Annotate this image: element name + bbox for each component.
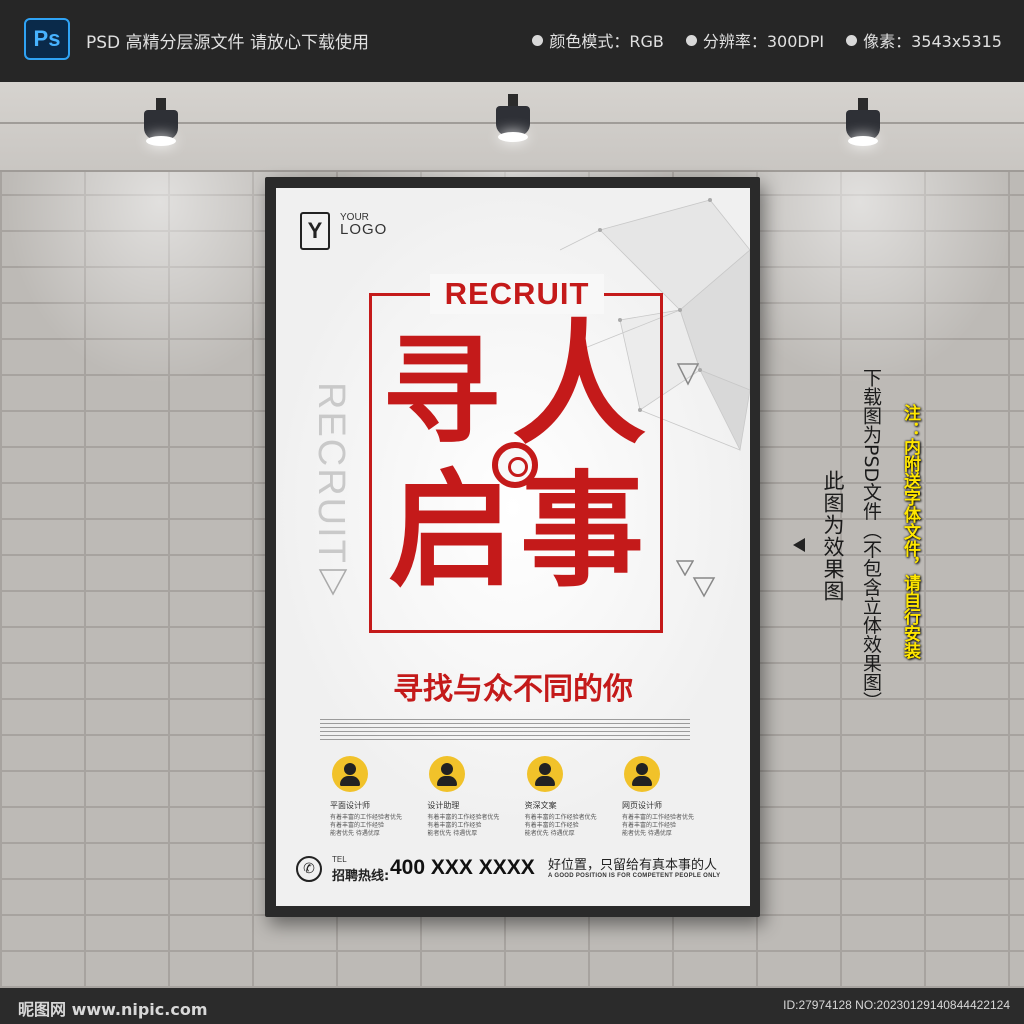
triangle-icon [676, 560, 694, 576]
photoshop-icon: Ps [24, 18, 70, 60]
headline-char-3: 启 [388, 457, 514, 604]
triangle-icon [318, 569, 348, 596]
spec-list: 颜色模式：RGB 分辨率：300DPI 像素：3543x5315 [532, 28, 1002, 52]
job-title: 网页设计师 [621, 801, 662, 810]
image-id: ID:27974128 NO:20230129140844422124 [783, 998, 1010, 1012]
job-item: 设计助理 有着丰富的工作经验者优先 有着丰富的工作经验 能者优先 待遇优厚 [427, 756, 515, 838]
top-info-bar: Ps PSD 高精分层源文件 请放心下载使用 颜色模式：RGB 分辨率：300D… [0, 0, 1024, 82]
logo-icon: Y [300, 212, 330, 250]
person-icon [623, 756, 660, 792]
triangle-icon [692, 577, 716, 598]
headline-char-4: 事 [520, 460, 645, 604]
spotlight-icon [492, 94, 532, 150]
good-position-en: A GOOD POSITION IS FOR COMPETENT PEOPLE … [548, 873, 721, 879]
bullet-icon [846, 34, 858, 46]
job-desc: 有着丰富的工作经验者优先 有着丰富的工作经验 能者优先 待遇优厚 [330, 814, 403, 837]
tel-label: 招聘热线: [332, 869, 390, 884]
site-watermark: 昵图网 www.nipic.com [18, 1000, 208, 1019]
bullet-icon [685, 34, 697, 46]
job-desc: 有着丰富的工作经验者优先 有着丰富的工作经验 能者优先 待遇优厚 [621, 814, 694, 837]
job-list: 平面设计师 有着丰富的工作经验者优先 有着丰富的工作经验 能者优先 待遇优厚 设… [330, 756, 710, 838]
arrow-left-icon [793, 538, 805, 552]
job-title: 平面设计师 [330, 801, 370, 810]
job-desc: 有着丰富的工作经验者优先 有着丰富的工作经验 能者优先 待遇优厚 [524, 814, 597, 837]
job-desc: 有着丰富的工作经验者优先 有着丰富的工作经验 能者优先 待遇优厚 [427, 814, 500, 837]
tel-number: 400 XXX XXXX [390, 856, 535, 879]
tel-en-label: TEL [332, 855, 347, 864]
person-icon [332, 756, 368, 792]
spotlight-icon [140, 98, 180, 154]
headline-char-2: 人 [512, 307, 647, 463]
headline-char-1: 寻 [382, 322, 501, 460]
job-title: 设计助理 [427, 801, 460, 810]
fine-print-block [320, 716, 690, 740]
triangle-icon [676, 363, 700, 386]
effect-note: 此图为效果图 [821, 470, 845, 602]
good-position-text: 好位置，只留给有真本事的人 [548, 858, 718, 873]
spec-pixels: 像素：3543x5315 [846, 28, 1002, 52]
slogan: 寻找与众不同的你 [393, 672, 633, 707]
person-icon [429, 756, 466, 792]
job-item: 网页设计师 有着丰富的工作经验者优先 有着丰富的工作经验 能者优先 待遇优厚 [622, 756, 710, 838]
job-item: 平面设计师 有着丰富的工作经验者优先 有着丰富的工作经验 能者优先 待遇优厚 [330, 756, 418, 838]
phone-icon: ✆ [296, 856, 322, 882]
job-item: 资深文案 有着丰富的工作经验者优先 有着丰富的工作经验 能者优先 待遇优厚 [525, 756, 613, 838]
magnifier-icon [492, 442, 538, 488]
logo-text-logo: LOGO [340, 221, 388, 238]
download-note: 下载图为PSD文件（不包含立体效果图） [860, 368, 882, 711]
watermark-bar: 昵图网 www.nipic.com ID:27974128 NO:2023012… [0, 988, 1024, 1024]
job-title: 资深文案 [524, 801, 557, 810]
spec-color-mode: 颜色模式：RGB [532, 28, 664, 52]
person-icon [526, 756, 563, 792]
spotlight-icon [842, 98, 882, 154]
top-title: PSD 高精分层源文件 请放心下载使用 [86, 33, 369, 53]
spec-resolution: 分辨率：300DPI [685, 28, 824, 52]
vertical-recruit: RECRUIT [310, 382, 352, 565]
bullet-icon [532, 34, 544, 46]
font-note: 注：内附送字体文件，请自行安装 [900, 404, 920, 659]
